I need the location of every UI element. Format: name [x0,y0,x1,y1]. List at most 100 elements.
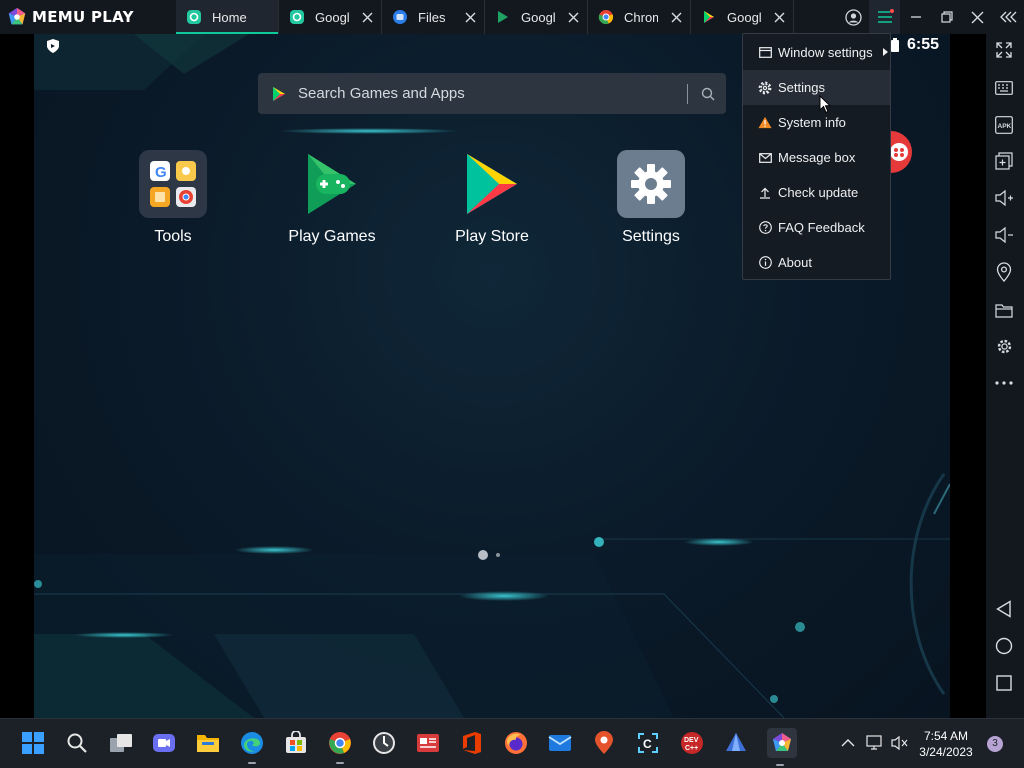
taskbar-maps[interactable] [591,730,617,756]
shared-folder-button[interactable] [993,299,1015,321]
install-apk-button[interactable]: APK [993,114,1015,136]
close-icon[interactable] [670,11,682,23]
taskbar-clock-app[interactable] [371,730,397,756]
back-button[interactable] [993,598,1015,620]
tab-chrome[interactable]: Chrome [588,0,691,34]
multi-instance-button[interactable] [993,150,1015,172]
chrome-icon [329,732,351,754]
system-clock[interactable]: 7:54 AM 3/24/2023 [914,728,978,760]
minimize-button[interactable] [900,0,931,34]
menu-item-window-settings[interactable]: Window settings [743,35,890,70]
taskbar-news[interactable] [415,730,441,756]
tab-files[interactable]: Files [382,0,485,34]
folder-icon [995,303,1013,318]
collapse-toolbar-button[interactable] [993,0,1024,34]
menu-item-label: FAQ Feedback [778,220,865,235]
side-toolbar: APK [986,34,1024,718]
taskbar-firefox[interactable] [503,730,529,756]
tab-google-play[interactable]: Google [691,0,794,34]
tab-home[interactable]: Home [176,0,279,34]
account-button[interactable] [838,0,869,34]
app-play-games[interactable]: Play Games [277,150,387,246]
tab-strip: Home Google Files Google [176,0,794,34]
settings-button[interactable] [993,335,1015,357]
taskbar-chrome[interactable] [327,730,353,764]
tray-volume[interactable] [889,730,911,756]
page-dot-active[interactable] [478,550,488,560]
menu-button[interactable] [869,0,900,34]
close-icon[interactable] [361,11,373,23]
tab-google[interactable]: Google [279,0,382,34]
taskbar-store[interactable] [283,730,309,756]
tray-network[interactable] [864,730,886,756]
chrome-icon [598,9,614,25]
tab-label: Google [727,9,761,25]
tab-label: Google [315,9,349,25]
task-view-button[interactable] [108,730,134,756]
close-icon[interactable] [464,11,476,23]
close-window-button[interactable] [962,0,993,34]
location-pin-icon [996,262,1012,282]
double-chevron-left-icon [999,11,1016,23]
shield-icon [47,39,59,53]
submenu-arrow-icon [883,48,888,56]
search-icon[interactable] [700,86,716,102]
menu-item-about[interactable]: About [743,245,890,280]
keyboard-button[interactable] [993,77,1015,99]
taskbar-meet[interactable] [151,730,177,756]
clipchamp-icon: C [638,733,658,753]
home-button[interactable] [993,635,1015,657]
recents-button[interactable] [993,672,1015,694]
google-play-green-icon [495,9,511,25]
taskbar-edge[interactable] [239,730,265,764]
windows-taskbar: C DEV C++ 7:54 AM 3/24/2023 3 [0,718,1024,768]
app-tools[interactable]: G Tools [118,150,228,246]
location-button[interactable] [993,261,1015,283]
google-play-icon [273,86,285,101]
menu-item-check-update[interactable]: Check update [743,175,890,210]
app-play-store[interactable]: Play Store [437,150,547,246]
page-indicator [478,550,500,560]
notification-badge[interactable]: 3 [987,736,1003,752]
close-icon[interactable] [773,11,785,23]
menu-item-message-box[interactable]: Message box [743,140,890,175]
taskbar-clipchamp[interactable]: C [635,730,661,756]
close-icon [971,11,984,23]
menu-item-system-info[interactable]: System info [743,105,890,140]
taskbar-search-button[interactable] [64,730,90,756]
menu-item-label: About [778,255,812,270]
start-button[interactable] [20,730,46,756]
apk-icon: APK [995,116,1013,134]
volume-up-button[interactable] [993,187,1015,209]
taskbar-dev-cpp[interactable]: DEV C++ [679,730,705,756]
upload-icon [758,186,772,200]
menu-item-settings[interactable]: Settings [743,70,890,105]
tray-overflow-button[interactable] [838,730,858,756]
info-icon [758,256,772,270]
network-icon [866,735,882,750]
tab-label: Home [212,9,247,25]
menu-item-faq-feedback[interactable]: FAQ Feedback [743,210,890,245]
close-icon[interactable] [567,11,579,23]
restore-button[interactable] [931,0,962,34]
minimize-icon [910,16,921,18]
taskbar-office[interactable] [459,730,485,756]
fullscreen-button[interactable] [993,39,1015,61]
taskbar-mail[interactable] [547,730,573,756]
taskbar-app-blue[interactable] [723,730,749,756]
search-bar[interactable]: Search Games and Apps [258,73,726,114]
memu-home-icon [186,9,202,25]
more-button[interactable] [993,372,1015,394]
search-icon [67,733,87,753]
menu-item-label: Message box [778,150,856,165]
tab-google-play-games[interactable]: Google [485,0,588,34]
volume-down-button[interactable] [993,224,1015,246]
gear-icon [758,81,772,95]
app-settings[interactable]: Settings [596,150,706,246]
volume-down-icon [995,226,1013,244]
page-dot[interactable] [496,553,500,557]
status-clock: 6:55 [907,36,940,53]
fullscreen-icon [996,42,1012,58]
taskbar-file-explorer[interactable] [195,730,221,756]
taskbar-memu[interactable] [767,728,797,766]
